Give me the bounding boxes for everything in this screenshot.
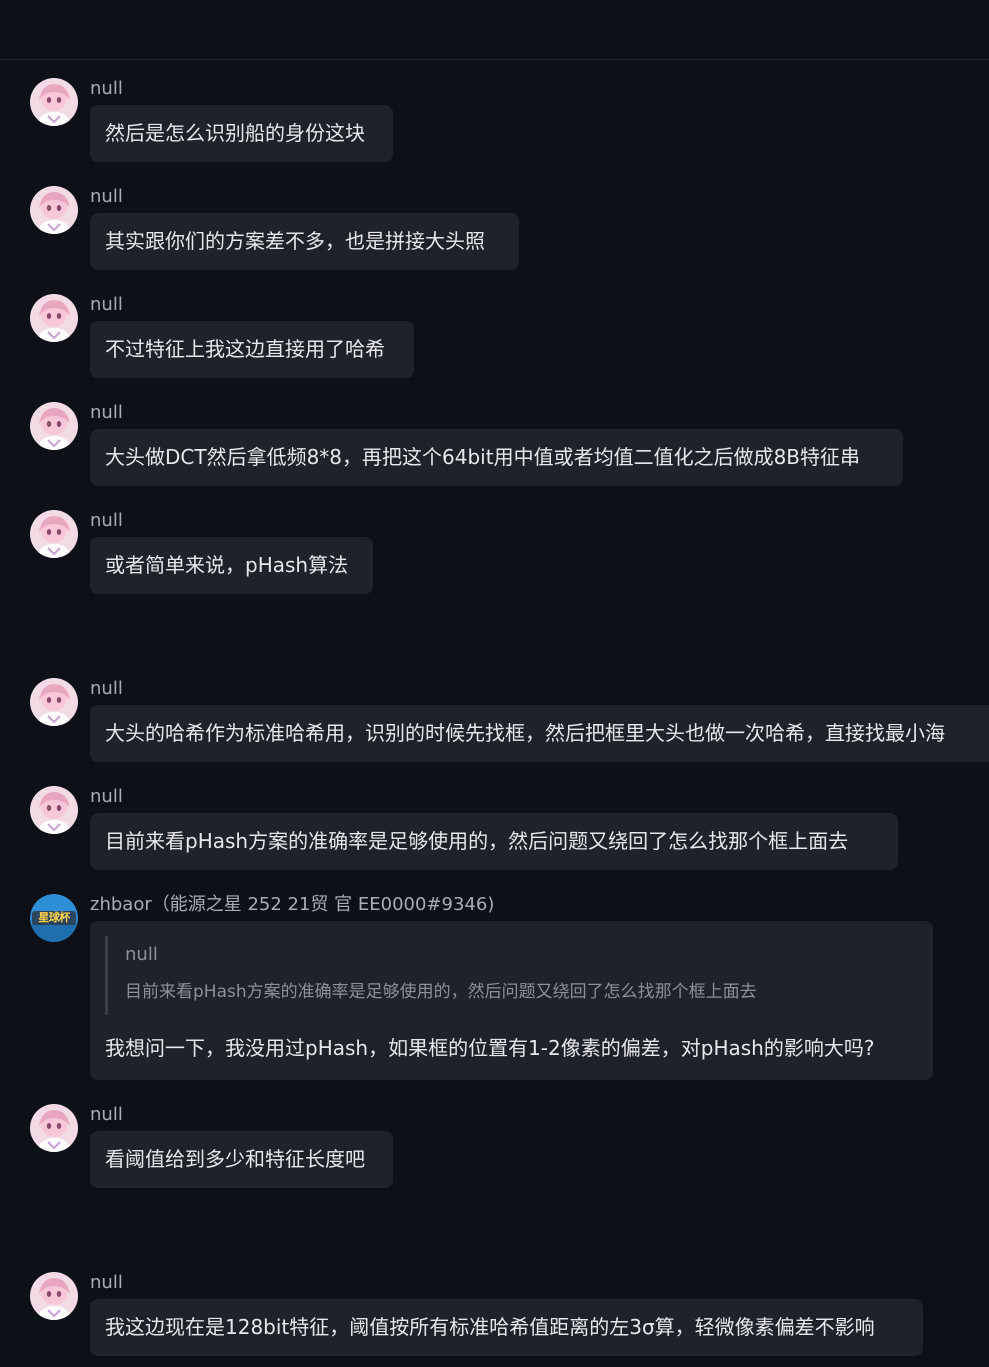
sender-name[interactable]: zhbaor（能源之星 252 21贸 官 EE0000#9346) [90,894,494,916]
chat-window: null 然后是怎么识别船的身份这块 null 其实跟你们的方案差不多，也是拼接… [0,0,989,1367]
message-bubble[interactable]: 大头做DCT然后拿低频8*8，再把这个64bit用中值或者均值二值化之后做成8B… [90,429,903,486]
message-bubble[interactable]: 大头的哈希作为标准哈希用，识别的时候先找框，然后把框里大头也做一次哈希，直接找最… [90,705,989,762]
message-bubble[interactable]: 其实跟你们的方案差不多，也是拼接大头照 [90,213,519,270]
anime-avatar-icon [30,786,78,834]
sender-name[interactable]: null [90,402,123,424]
avatar[interactable] [30,1272,78,1320]
avatar[interactable] [30,294,78,342]
sender-name[interactable]: null [90,186,123,208]
reply-bubble[interactable]: null 目前来看pHash方案的准确率是足够使用的，然后问题又绕回了怎么找那个… [90,921,933,1080]
quoted-message[interactable]: null 目前来看pHash方案的准确率是足够使用的，然后问题又绕回了怎么找那个… [105,936,905,1015]
avatar[interactable] [30,402,78,450]
sender-name[interactable]: null [90,1104,123,1126]
message-bubble[interactable]: 或者简单来说，pHash算法 [90,537,373,594]
sender-name[interactable]: null [90,786,123,808]
avatar[interactable] [30,510,78,558]
message-bubble[interactable]: 看阈值给到多少和特征长度吧 [90,1131,393,1188]
top-bar [0,0,989,60]
message-bubble[interactable]: 然后是怎么识别船的身份这块 [90,105,393,162]
avatar[interactable] [30,1104,78,1152]
anime-avatar-icon [30,78,78,126]
sender-name[interactable]: null [90,1272,123,1294]
anime-avatar-icon [30,402,78,450]
message-bubble[interactable]: 不过特征上我这边直接用了哈希 [90,321,414,378]
message-bubble[interactable]: 我这边现在是128bit特征，阈值按所有标准哈希值距离的左3σ算，轻微像素偏差不… [90,1299,923,1356]
quoted-sender: null [125,944,158,965]
sender-name[interactable]: null [90,78,123,100]
avatar-badge-text: 星球杯 [38,911,70,924]
anime-avatar-icon [30,294,78,342]
sender-name[interactable]: null [90,678,123,700]
avatar[interactable] [30,186,78,234]
quoted-text: 目前来看pHash方案的准确率是足够使用的，然后问题又绕回了怎么找那个框上面去 [125,982,757,1002]
anime-avatar-icon [30,1272,78,1320]
anime-avatar-icon [30,1104,78,1152]
anime-avatar-icon [30,186,78,234]
avatar[interactable] [30,678,78,726]
avatar[interactable] [30,786,78,834]
anime-avatar-icon [30,510,78,558]
message-bubble[interactable]: 目前来看pHash方案的准确率是足够使用的，然后问题又绕回了怎么找那个框上面去 [90,813,898,870]
anime-avatar-icon [30,678,78,726]
avatar[interactable]: 星球杯 [30,894,78,942]
sender-name[interactable]: null [90,510,123,532]
sender-name[interactable]: null [90,294,123,316]
avatar[interactable] [30,78,78,126]
reply-text: 我想问一下，我没用过pHash，如果框的位置有1-2像素的偏差，对pHash的影… [105,1036,875,1060]
